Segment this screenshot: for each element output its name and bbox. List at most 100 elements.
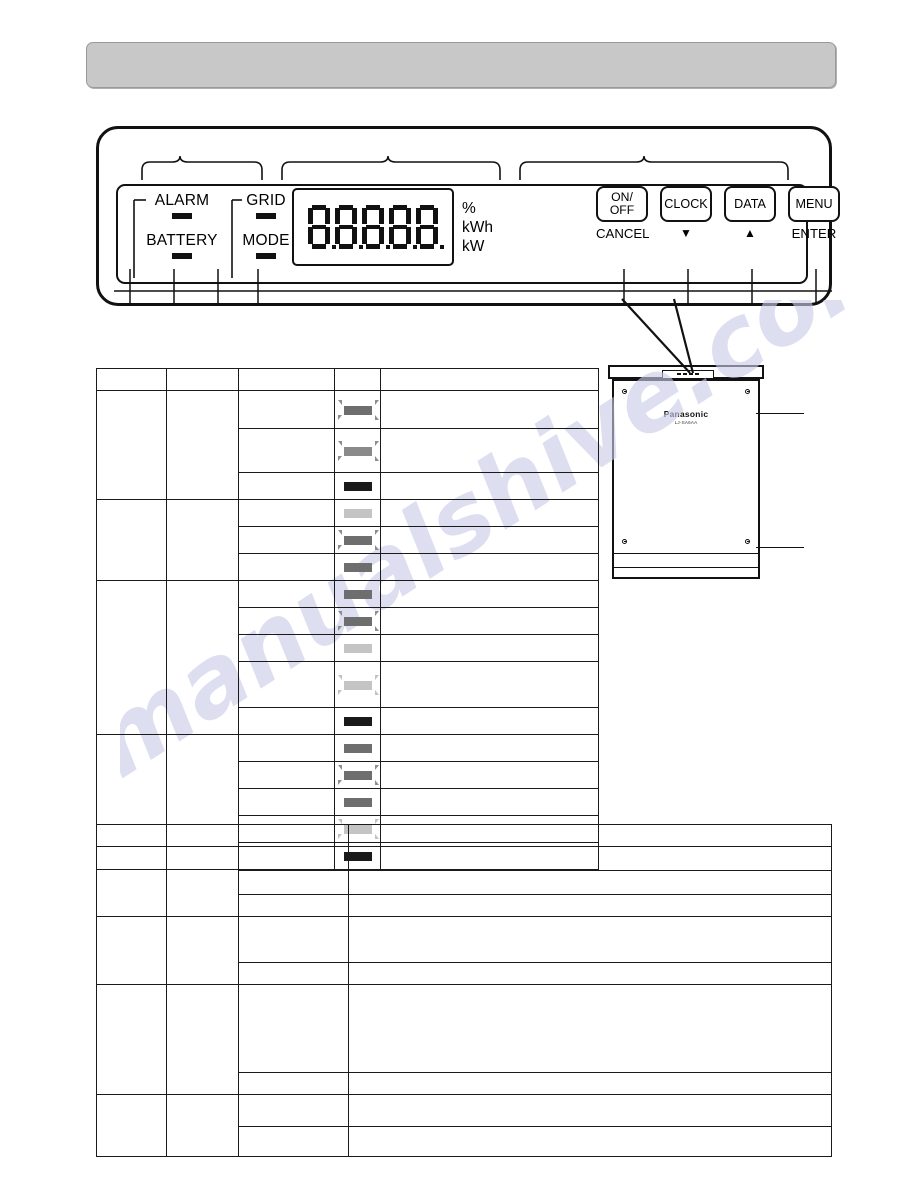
table-two-row-description <box>348 1094 832 1127</box>
table-two-group-2-sublabel <box>166 916 239 985</box>
table-one-row-label <box>238 472 335 500</box>
table-one-row-label <box>238 661 335 708</box>
button-menu[interactable]: MENU <box>788 186 840 222</box>
led-state-blink-mid-icon <box>335 438 381 464</box>
table-one-row-label <box>238 734 335 762</box>
button-clock[interactable]: CLOCK <box>660 186 712 222</box>
table-one-row-label <box>238 428 335 473</box>
led-status-table <box>96 368 599 870</box>
table-one-row-description <box>380 761 599 789</box>
section-header-banner <box>86 42 836 88</box>
button-clock-label: CLOCK <box>664 196 708 211</box>
led-state-solid-light-icon <box>335 635 381 661</box>
lcd-digit-2 <box>335 205 363 249</box>
table-two-row-description <box>348 846 832 871</box>
lower-cover-callout-line <box>756 547 804 548</box>
table-one-row-label <box>238 788 335 816</box>
lcd-decimal-5 <box>439 244 444 249</box>
table-one-row-label <box>238 390 335 429</box>
table-row <box>96 984 832 1095</box>
table-two-row-label <box>238 984 349 1073</box>
table-one-row-label <box>238 761 335 789</box>
product-lower-divider-lower <box>614 567 758 568</box>
table-row <box>96 846 832 917</box>
led-state-cell <box>334 390 381 429</box>
led-state-cell <box>334 428 381 473</box>
table-two-header-col-3 <box>238 824 349 847</box>
table-one-row-description <box>380 472 599 500</box>
main-unit-callout-line <box>756 413 804 414</box>
indicator-section-brace <box>141 155 263 180</box>
table-one-header-col-5 <box>380 368 599 391</box>
table-one-row-description <box>380 390 599 429</box>
button-clock-sublabel-down-arrow-icon: ▼ <box>680 226 692 240</box>
table-one-group-1-sublabel <box>166 390 239 500</box>
button-clock-cell: CLOCK ▼ <box>660 186 712 240</box>
product-brand-logo: Panasonic <box>663 409 709 419</box>
table-two-group-3-sublabel <box>166 984 239 1095</box>
table-two-row-label <box>238 916 349 963</box>
table-one-row-label <box>238 607 335 635</box>
table-row <box>96 368 599 391</box>
table-two-row-description <box>348 1072 832 1095</box>
table-one-row-description <box>380 707 599 735</box>
table-one-row-description <box>380 607 599 635</box>
table-one-row-description <box>380 661 599 708</box>
table-two-row-label <box>238 1072 349 1095</box>
lcd-digit-4 <box>389 205 417 249</box>
lcd-digit-5 <box>416 205 444 249</box>
table-one-row-description <box>380 499 599 527</box>
table-two-row-label <box>238 894 349 917</box>
unit-kw: kW <box>462 237 485 255</box>
table-two-row-description <box>348 894 832 917</box>
table-one-row-description <box>380 734 599 762</box>
table-two-row-description <box>348 870 832 895</box>
table-two-group-1-label <box>96 846 167 917</box>
table-one-row-label <box>238 634 335 662</box>
table-one-group-3-label <box>96 580 167 735</box>
table-one-row-description <box>380 788 599 816</box>
table-one-row-label <box>238 553 335 581</box>
led-state-solid-mid-icon <box>335 554 381 580</box>
button-data-label: DATA <box>734 196 766 211</box>
screw-top-left <box>622 389 627 394</box>
table-one-group-3-sublabel <box>166 580 239 735</box>
table-two-group-4-sublabel <box>166 1094 239 1157</box>
panel-to-product-leader <box>621 298 695 374</box>
display-section-brace <box>281 155 501 180</box>
led-state-cell <box>334 734 381 762</box>
table-row <box>96 580 599 735</box>
lcd-digit-1 <box>308 205 336 249</box>
button-menu-sublabel: ENTER <box>791 226 837 241</box>
table-one-group-1-label <box>96 390 167 500</box>
led-state-blink-dark-icon <box>335 397 381 423</box>
table-one-row-label <box>238 580 335 608</box>
table-two-row-label <box>238 1126 349 1157</box>
unit-kwh: kWh <box>462 218 493 236</box>
button-on-off[interactable]: ON/ OFF <box>596 186 648 222</box>
led-state-cell <box>334 553 381 581</box>
table-row <box>96 916 832 985</box>
led-state-cell <box>334 634 381 662</box>
product-body: Panasonic LJ-SA6AA <box>612 379 760 579</box>
table-row <box>96 1094 832 1157</box>
table-one-header-col-4 <box>334 368 381 391</box>
table-two-group-3-label <box>96 984 167 1095</box>
led-state-blink-mid-icon <box>335 608 381 634</box>
battery-unit-illustration: Panasonic LJ-SA6AA <box>608 365 804 595</box>
led-state-solid-mid-icon <box>335 581 381 607</box>
table-two-header-col-1 <box>96 824 167 847</box>
button-section-brace <box>519 155 789 180</box>
button-on-off-cell: ON/ OFF CANCEL <box>596 186 650 241</box>
button-menu-cell: MENU ENTER <box>788 186 840 241</box>
table-two-header-col-2 <box>166 824 239 847</box>
led-state-solid-dark-icon <box>335 473 381 499</box>
table-two-group-1-sublabel <box>166 846 239 917</box>
operation-description-table <box>96 824 832 1157</box>
led-state-cell <box>334 580 381 608</box>
button-data[interactable]: DATA <box>724 186 776 222</box>
led-state-blink-faint-icon <box>335 672 381 698</box>
table-two-header-col-4 <box>348 824 832 847</box>
led-state-cell <box>334 499 381 527</box>
led-state-solid-mid-icon <box>335 735 381 761</box>
